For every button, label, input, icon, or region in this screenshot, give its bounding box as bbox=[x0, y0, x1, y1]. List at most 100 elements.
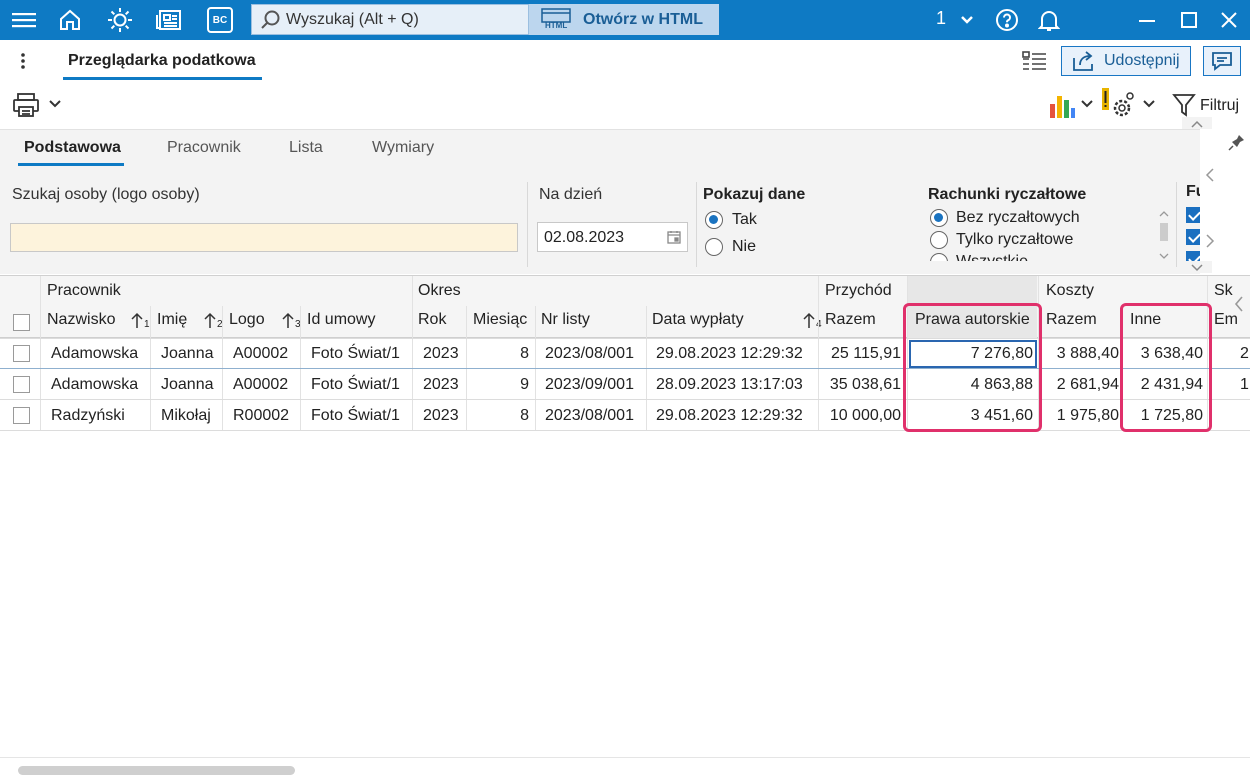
hamburger-menu-icon[interactable] bbox=[6, 4, 42, 36]
horizontal-scrollbar[interactable] bbox=[0, 757, 1250, 781]
home-icon[interactable] bbox=[52, 4, 88, 36]
col-name[interactable]: Imię bbox=[157, 311, 187, 329]
filter-icon[interactable] bbox=[1172, 92, 1196, 118]
radio-lump-none[interactable] bbox=[930, 209, 948, 227]
cell-em[interactable]: 2 bbox=[1240, 345, 1249, 363]
cell-month[interactable]: 8 bbox=[470, 345, 529, 363]
horizontal-scroll-thumb[interactable] bbox=[18, 766, 295, 775]
filter-label[interactable]: Filtruj bbox=[1200, 97, 1239, 115]
cell-income-total[interactable]: 35 038,61 bbox=[820, 376, 901, 394]
scroll-up-icon[interactable] bbox=[1182, 117, 1212, 129]
search-person-input[interactable] bbox=[10, 223, 518, 252]
chevron-down-icon[interactable] bbox=[956, 4, 978, 36]
col-surname[interactable]: Nazwisko bbox=[47, 311, 115, 329]
more-vertical-icon[interactable] bbox=[18, 50, 28, 72]
bc-app-icon[interactable]: BC bbox=[202, 4, 238, 36]
options-scrollbar[interactable] bbox=[1158, 210, 1170, 260]
minimize-icon[interactable] bbox=[1130, 4, 1164, 36]
scroll-down-icon[interactable] bbox=[1182, 261, 1212, 273]
cell-contract[interactable]: Foto Świat/1 bbox=[311, 376, 400, 394]
comments-button[interactable] bbox=[1203, 46, 1241, 76]
sort-name-icon[interactable]: 2 bbox=[203, 311, 223, 330]
cell-list-number[interactable]: 2023/08/001 bbox=[545, 345, 634, 363]
radio-lump-only[interactable] bbox=[930, 231, 948, 249]
cell-surname[interactable]: Radzyński bbox=[51, 407, 125, 425]
col-income-total[interactable]: Razem bbox=[825, 311, 876, 329]
cell-costs-total[interactable]: 2 681,94 bbox=[1040, 376, 1119, 394]
chevron-left-icon[interactable] bbox=[1232, 294, 1246, 314]
chevron-down-icon[interactable] bbox=[48, 96, 64, 112]
cell-em[interactable]: 1 bbox=[1240, 376, 1249, 394]
cell-name[interactable]: Joanna bbox=[161, 376, 214, 394]
tab-lista[interactable]: Lista bbox=[289, 139, 323, 157]
cell-month[interactable]: 8 bbox=[470, 407, 529, 425]
select-all-checkbox[interactable] bbox=[13, 314, 30, 331]
list-view-icon[interactable] bbox=[1022, 50, 1048, 74]
open-html-button[interactable]: HTML Otwórz w HTML bbox=[529, 4, 719, 35]
radio-show-no[interactable] bbox=[705, 238, 723, 256]
col-year[interactable]: Rok bbox=[418, 311, 446, 329]
cell-contract[interactable]: Foto Świat/1 bbox=[311, 345, 400, 363]
radio-lump-all[interactable] bbox=[930, 253, 948, 261]
pin-icon[interactable] bbox=[1228, 133, 1246, 151]
share-button[interactable]: Udostępnij bbox=[1061, 46, 1191, 76]
col-month[interactable]: Miesiąc bbox=[473, 311, 527, 329]
cell-pay-date[interactable]: 29.08.2023 12:29:32 bbox=[656, 407, 803, 425]
row-checkbox[interactable] bbox=[13, 376, 30, 393]
close-icon[interactable] bbox=[1212, 4, 1246, 36]
cell-costs-total[interactable]: 3 888,40 bbox=[1040, 345, 1119, 363]
radio-show-yes[interactable] bbox=[705, 211, 723, 229]
printer-icon[interactable] bbox=[12, 92, 42, 118]
settings-warning-icon[interactable] bbox=[1100, 86, 1136, 122]
page-tab-title[interactable]: Przeglądarka podatkowa bbox=[68, 52, 256, 70]
sort-logo-icon[interactable]: 3 bbox=[281, 311, 301, 330]
cell-surname[interactable]: Adamowska bbox=[51, 376, 138, 394]
cell-logo[interactable]: A00002 bbox=[233, 376, 288, 394]
tab-pracownik[interactable]: Pracownik bbox=[167, 139, 241, 157]
cell-list-number[interactable]: 2023/08/001 bbox=[545, 407, 634, 425]
sun-theme-icon[interactable] bbox=[102, 4, 138, 36]
cell-contract[interactable]: Foto Świat/1 bbox=[311, 407, 400, 425]
chevron-right-icon[interactable] bbox=[1204, 233, 1216, 249]
cell-income-total[interactable]: 25 115,91 bbox=[820, 345, 901, 363]
cell-logo[interactable]: A00002 bbox=[233, 345, 288, 363]
table-row[interactable]: Adamowska Joanna A00002 Foto Świat/1 202… bbox=[0, 370, 1250, 400]
row-checkbox[interactable] bbox=[13, 345, 30, 362]
cell-logo[interactable]: R00002 bbox=[233, 407, 289, 425]
col-logo[interactable]: Logo bbox=[229, 311, 265, 329]
cell-year[interactable]: 2023 bbox=[423, 407, 459, 425]
chevron-down-icon[interactable] bbox=[1142, 96, 1158, 112]
cell-pay-date[interactable]: 29.08.2023 12:29:32 bbox=[656, 345, 803, 363]
sort-surname-icon[interactable]: 1 bbox=[130, 311, 150, 330]
row-checkbox[interactable] bbox=[13, 407, 30, 424]
table-row[interactable]: Radzyński Mikołaj R00002 Foto Świat/1 20… bbox=[0, 401, 1250, 431]
cell-income-total[interactable]: 10 000,00 bbox=[820, 407, 901, 425]
cell-costs-total[interactable]: 1 975,80 bbox=[1040, 407, 1119, 425]
bell-icon[interactable] bbox=[1032, 4, 1066, 36]
chevron-left-icon[interactable] bbox=[1204, 167, 1216, 183]
news-icon[interactable] bbox=[152, 4, 188, 36]
cell-surname[interactable]: Adamowska bbox=[51, 345, 138, 363]
global-search-box[interactable]: Wyszukaj (Alt + Q) bbox=[251, 4, 529, 35]
chevron-down-icon[interactable] bbox=[1080, 96, 1096, 112]
cell-pay-date[interactable]: 28.09.2023 13:17:03 bbox=[656, 376, 803, 394]
tab-wymiary[interactable]: Wymiary bbox=[372, 139, 434, 157]
col-list-number[interactable]: Nr listy bbox=[541, 311, 590, 329]
cell-year[interactable]: 2023 bbox=[423, 345, 459, 363]
chart-icon[interactable] bbox=[1048, 90, 1076, 120]
table-row[interactable]: Adamowska Joanna A00002 Foto Świat/1 202… bbox=[0, 339, 1250, 369]
calendar-icon[interactable] bbox=[667, 230, 681, 244]
company-number[interactable]: 1 bbox=[936, 8, 946, 29]
col-contract-id[interactable]: Id umowy bbox=[307, 311, 375, 329]
cell-name[interactable]: Mikołaj bbox=[161, 407, 211, 425]
date-input[interactable]: 02.08.2023 bbox=[537, 222, 688, 252]
cell-year[interactable]: 2023 bbox=[423, 376, 459, 394]
cell-name[interactable]: Joanna bbox=[161, 345, 214, 363]
cell-list-number[interactable]: 2023/09/001 bbox=[545, 376, 634, 394]
maximize-icon[interactable] bbox=[1172, 4, 1206, 36]
cell-month[interactable]: 9 bbox=[470, 376, 529, 394]
help-icon[interactable] bbox=[990, 4, 1024, 36]
col-pay-date[interactable]: Data wypłaty bbox=[652, 311, 744, 329]
tab-podstawowa[interactable]: Podstawowa bbox=[24, 139, 121, 157]
col-costs-total[interactable]: Razem bbox=[1046, 311, 1097, 329]
